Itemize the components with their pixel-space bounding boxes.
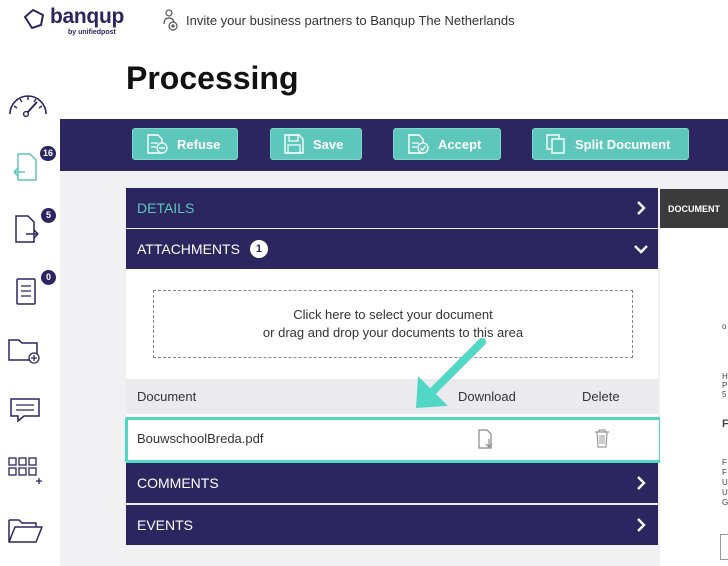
invite-text: Invite your business partners to Banqup …: [186, 12, 515, 28]
action-toolbar: Refuse Save Accept Split Document: [60, 119, 728, 171]
preview-text: G: [722, 498, 728, 507]
checklist-documents-icon: [16, 278, 36, 305]
sidebar: 16 5 0: [0, 46, 60, 566]
chevron-right-icon: [637, 518, 646, 532]
attachment-file-name[interactable]: BouwschoolBreda.pdf: [137, 431, 263, 446]
messages-icon: [10, 398, 40, 423]
outgoing-documents-icon: [15, 215, 39, 243]
column-delete: Delete: [582, 389, 620, 404]
sidebar-item-messages[interactable]: [6, 394, 50, 434]
sidebar-item-checklist[interactable]: 0: [6, 270, 56, 314]
open-folder-icon: [8, 519, 43, 543]
attachments-label: ATTACHMENTS: [137, 241, 240, 257]
preview-text: H: [722, 372, 728, 381]
save-disk-icon: [284, 134, 304, 154]
accept-label: Accept: [438, 136, 482, 152]
details-label: DETAILS: [137, 200, 195, 216]
top-bar: banqup by unifiedpost Invite your busine…: [0, 0, 728, 46]
events-accordion-header[interactable]: EVENTS: [126, 505, 658, 545]
accept-button[interactable]: Accept: [393, 128, 501, 160]
dropzone-line-1: Click here to select your document: [293, 307, 493, 322]
preview-text: 5: [722, 390, 727, 399]
attachments-body: Click here to select your document or dr…: [126, 269, 658, 424]
refuse-document-icon: [147, 134, 168, 154]
banqup-logo[interactable]: banqup by unifiedpost: [22, 5, 132, 41]
document-tab-label: DOCUMENT: [668, 203, 720, 214]
dashboard-gauge-icon: [9, 95, 47, 118]
apps-grid-add-icon: [8, 457, 42, 484]
incoming-badge: 16: [39, 146, 56, 161]
brand-name: banqup: [50, 5, 125, 28]
pointer-arrow-icon: [416, 338, 486, 408]
invite-user-icon: [163, 9, 178, 31]
comments-label: COMMENTS: [137, 475, 219, 491]
main-content: Processing Refuse Save Accept Split Docu…: [60, 46, 728, 566]
table-row: BouwschoolBreda.pdf: [126, 418, 658, 462]
upload-dropzone[interactable]: Click here to select your document or dr…: [153, 290, 633, 358]
download-file-icon[interactable]: [476, 428, 496, 450]
accept-document-icon: [408, 134, 429, 154]
sidebar-item-apps[interactable]: [6, 454, 50, 494]
app-window: banqup by unifiedpost Invite your busine…: [0, 0, 728, 566]
preview-text: P: [722, 381, 728, 390]
save-label: Save: [313, 136, 344, 152]
trash-icon[interactable]: [594, 428, 610, 448]
comments-accordion-header[interactable]: COMMENTS: [126, 463, 658, 503]
incoming-documents-icon: [13, 153, 37, 181]
refuse-button[interactable]: Refuse: [132, 128, 238, 160]
attachments-accordion-header[interactable]: ATTACHMENTS 1: [126, 229, 658, 269]
invite-partners-link[interactable]: Invite your business partners to Banqup …: [162, 7, 515, 33]
chevron-right-icon: [637, 201, 646, 215]
preview-box: [720, 534, 728, 560]
title-area: Processing: [60, 46, 728, 119]
attachments-table-header: Document Download Delete: [126, 379, 658, 414]
preview-text: F: [722, 468, 727, 477]
preview-text: U: [722, 488, 728, 497]
sidebar-item-dashboard[interactable]: [6, 88, 50, 128]
sidebar-item-add-folder[interactable]: [6, 334, 50, 374]
preview-text: o: [722, 322, 727, 331]
sidebar-item-folder[interactable]: [6, 514, 50, 554]
attachments-count-badge: 1: [249, 240, 268, 258]
split-document-icon: [546, 134, 565, 154]
sidebar-item-incoming[interactable]: 16: [6, 146, 56, 190]
chevron-right-icon: [637, 476, 646, 490]
brand-sub: by unifiedpost: [68, 29, 116, 36]
column-document: Document: [137, 389, 197, 404]
outgoing-badge: 5: [41, 208, 56, 223]
logo-mark-icon: [24, 9, 44, 29]
chevron-down-icon: [634, 245, 648, 254]
save-button[interactable]: Save: [270, 128, 362, 160]
split-document-button[interactable]: Split Document: [532, 128, 689, 160]
preview-text: F: [722, 418, 728, 430]
events-label: EVENTS: [137, 517, 194, 533]
add-folder-icon: [8, 339, 40, 364]
preview-text: F: [722, 458, 727, 467]
refuse-label: Refuse: [177, 136, 221, 152]
preview-text: U: [722, 478, 728, 487]
document-preview: o H P 5 F F F U U G: [660, 228, 728, 566]
checklist-badge: 0: [41, 270, 56, 285]
page-title: Processing: [126, 60, 299, 96]
document-tab[interactable]: DOCUMENT: [660, 189, 728, 228]
sidebar-item-outgoing[interactable]: 5: [6, 208, 56, 252]
details-accordion-header[interactable]: DETAILS: [126, 188, 658, 228]
split-label: Split Document: [575, 136, 671, 152]
